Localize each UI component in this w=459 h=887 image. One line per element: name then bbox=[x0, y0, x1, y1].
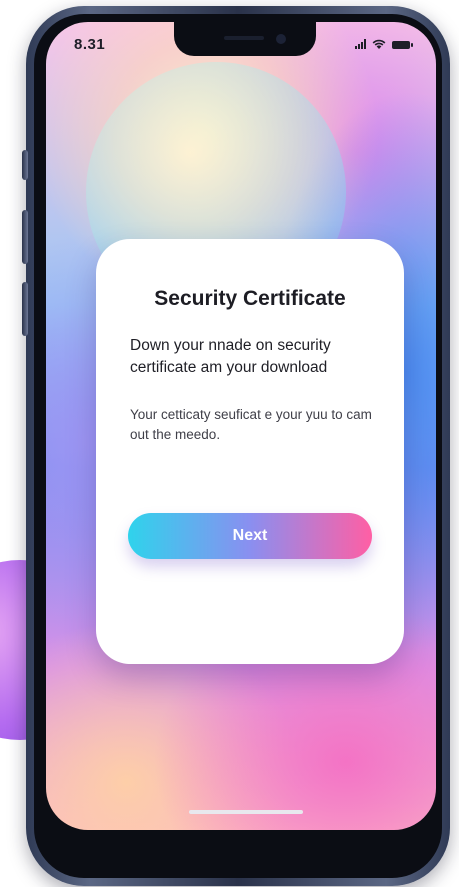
volume-down-button bbox=[22, 282, 28, 336]
camera-icon bbox=[276, 34, 286, 44]
battery-icon bbox=[392, 41, 413, 49]
dialog-body: Your cetticaty seuficat e your yuu to ca… bbox=[130, 407, 372, 442]
phone-screen: 8.31 Security Certificate Down your nnad… bbox=[46, 22, 436, 830]
speaker-grille bbox=[224, 36, 264, 40]
home-indicator[interactable] bbox=[189, 810, 303, 814]
notch bbox=[174, 22, 316, 56]
wifi-icon bbox=[372, 39, 386, 49]
signal-icon bbox=[355, 39, 366, 49]
device-mockup: 8.31 Security Certificate Down your nnad… bbox=[0, 0, 459, 887]
dialog-title: Security Certificate bbox=[154, 287, 346, 310]
next-button[interactable]: Next bbox=[128, 513, 372, 559]
security-certificate-dialog: Security Certificate Down your nnade on … bbox=[96, 239, 404, 664]
volume-up-button bbox=[22, 210, 28, 264]
dialog-subtitle: Down your nnade on security certificate … bbox=[130, 337, 331, 376]
silent-switch bbox=[22, 150, 28, 180]
status-time: 8.31 bbox=[74, 36, 106, 53]
status-icons bbox=[355, 39, 413, 49]
